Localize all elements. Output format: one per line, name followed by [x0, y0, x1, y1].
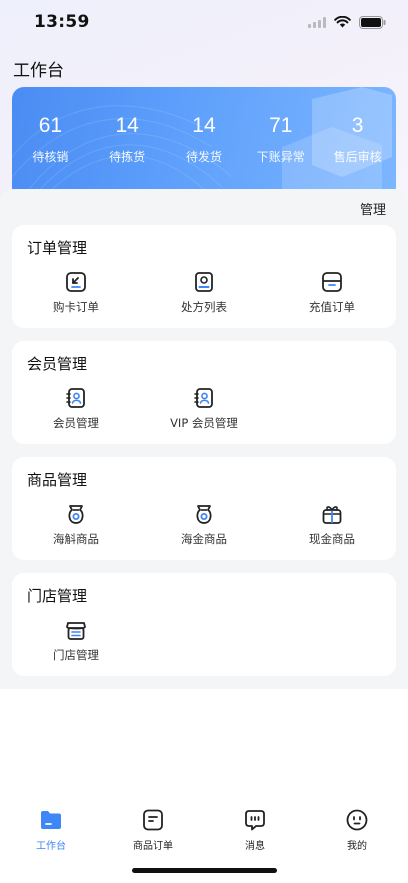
section-grid: 门店管理 — [12, 619, 396, 669]
tab-label: 消息 — [245, 841, 265, 852]
grid-item-cash-products[interactable]: 现金商品 — [268, 503, 396, 547]
tab-workbench[interactable]: 工作台 — [0, 800, 102, 883]
grid-item-haihu-products[interactable]: 海斛商品 — [12, 503, 140, 547]
prescription-icon — [195, 272, 213, 292]
grid-item-prescription-list[interactable]: 处方列表 — [140, 271, 268, 315]
stat-label: 下账异常 — [256, 150, 305, 164]
order-icon — [143, 809, 163, 831]
message-icon — [245, 810, 265, 831]
grid-item-label: 门店管理 — [53, 648, 99, 662]
stat-label: 售后审核 — [333, 150, 382, 164]
profile-icon — [346, 809, 368, 831]
home-indicator — [132, 868, 277, 873]
grid-item-haijin-products[interactable]: 海金商品 — [140, 503, 268, 547]
tab-label: 工作台 — [36, 841, 66, 852]
stat-pending-ship[interactable]: 14 待发货 — [166, 113, 242, 165]
section-product-management: 商品管理 海斛商品 海金商品 现金商品 — [12, 457, 396, 560]
stat-label: 待核销 — [32, 150, 69, 164]
stat-after-sale-review[interactable]: 3 售后审核 — [320, 113, 396, 165]
stat-value: 3 — [351, 114, 364, 137]
status-icons — [308, 15, 386, 29]
status-bar: 13:59 — [0, 0, 408, 44]
section-order-management: 订单管理 购卡订单 处方列表 充值订单 — [12, 225, 396, 328]
page-title: 工作台 — [13, 61, 64, 81]
wifi-icon — [334, 16, 351, 28]
section-grid: 海斛商品 海金商品 现金商品 — [12, 503, 396, 553]
battery-icon — [359, 15, 386, 29]
section-title: 会员管理 — [27, 355, 88, 373]
section-title: 订单管理 — [27, 239, 88, 257]
grid-item-vip-member-management[interactable]: VIP 会员管理 — [140, 387, 268, 431]
stat-posting-error[interactable]: 71 下账异常 — [243, 113, 319, 165]
main-panel: 管理 订单管理 购卡订单 处方列表 充值订单 会员管理 会员管理 VIP 会员管… — [0, 189, 408, 689]
grid-item-label: 海斛商品 — [53, 532, 99, 546]
grid-item-store-management[interactable]: 门店管理 — [12, 619, 140, 663]
stat-label: 待拣货 — [109, 150, 146, 164]
stat-label: 待发货 — [185, 150, 222, 164]
stat-pending-verify[interactable]: 61 待核销 — [12, 113, 88, 165]
folder-icon — [41, 811, 61, 829]
card-order-icon — [66, 272, 86, 292]
section-title: 门店管理 — [27, 587, 88, 605]
grid-item-label: 购卡订单 — [53, 300, 99, 314]
store-icon — [66, 622, 86, 640]
gift-icon — [322, 506, 342, 524]
grid-item-label: 充值订单 — [309, 300, 355, 314]
grid-item-label: 会员管理 — [53, 416, 99, 430]
bag-icon — [196, 505, 212, 524]
grid-item-label: VIP 会员管理 — [170, 416, 238, 430]
tab-profile[interactable]: 我的 — [306, 800, 408, 883]
grid-item-label: 处方列表 — [181, 300, 227, 314]
tab-label: 我的 — [347, 841, 367, 852]
grid-item-card-order[interactable]: 购卡订单 — [12, 271, 140, 315]
grid-item-member-management[interactable]: 会员管理 — [12, 387, 140, 431]
section-title: 商品管理 — [27, 471, 88, 489]
grid-item-label: 海金商品 — [181, 532, 227, 546]
signal-icon — [308, 16, 326, 28]
tab-label: 商品订单 — [133, 841, 173, 852]
section-store-management: 门店管理 门店管理 — [12, 573, 396, 676]
recharge-icon — [322, 272, 342, 292]
section-member-management: 会员管理 会员管理 VIP 会员管理 — [12, 341, 396, 444]
bag-icon — [68, 505, 84, 524]
grid-item-label: 现金商品 — [309, 532, 355, 546]
stat-value: 14 — [192, 114, 216, 137]
vip-member-icon — [194, 388, 213, 408]
section-grid: 会员管理 VIP 会员管理 — [12, 387, 396, 437]
stat-value: 14 — [115, 114, 139, 137]
stat-value: 71 — [269, 114, 293, 137]
stats-card: 61 待核销 14 待拣货 14 待发货 71 下账异常 3 售后审核 — [12, 87, 396, 199]
stat-pending-pick[interactable]: 14 待拣货 — [89, 113, 165, 165]
grid-item-recharge-order[interactable]: 充值订单 — [268, 271, 396, 315]
section-grid: 购卡订单 处方列表 充值订单 — [12, 271, 396, 321]
stat-value: 61 — [38, 114, 63, 137]
status-time: 13:59 — [34, 12, 90, 32]
manage-button[interactable]: 管理 — [360, 199, 386, 218]
stats-row: 61 待核销 14 待拣货 14 待发货 71 下账异常 3 售后审核 — [12, 113, 396, 165]
member-icon — [66, 388, 85, 408]
